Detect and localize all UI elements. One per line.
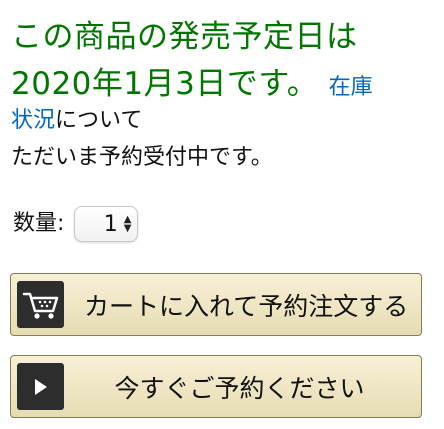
stock-status-link[interactable]: 在庫 bbox=[329, 75, 373, 100]
availability-message: この商品の発売予定日は 2020年1月3日です。 在庫 bbox=[11, 14, 436, 111]
stock-status-link-continued[interactable]: 状況 bbox=[11, 108, 55, 133]
preorder-now-button[interactable]: 今すぐご予約ください bbox=[10, 355, 422, 418]
preorder-status-text: ただいま予約受付中です。 bbox=[11, 145, 273, 170]
quantity-value: 1 bbox=[103, 211, 118, 237]
quantity-label: 数量: bbox=[13, 211, 65, 236]
quantity-select[interactable]: 1 ▲ ▼ bbox=[74, 206, 139, 242]
release-date-line-1: この商品の発売予定日は bbox=[11, 19, 358, 55]
stock-status-row: 状況について bbox=[11, 106, 142, 136]
updown-arrows-icon: ▲ ▼ bbox=[123, 214, 132, 234]
release-date-line-2: 2020年1月3日です。 在庫 bbox=[11, 61, 436, 111]
play-icon bbox=[17, 363, 64, 410]
add-to-cart-preorder-button[interactable]: カートに入れて予約注文する bbox=[10, 273, 422, 336]
cart-icon bbox=[17, 281, 64, 328]
add-to-cart-preorder-label: カートに入れて予約注文する bbox=[84, 291, 409, 321]
preorder-now-label: 今すぐご予約ください bbox=[114, 373, 365, 403]
quantity-row: 数量: 1 ▲ ▼ bbox=[13, 206, 139, 242]
stock-status-suffix: について bbox=[55, 108, 143, 133]
release-date-text: 2020年1月3日です。 bbox=[11, 66, 319, 102]
